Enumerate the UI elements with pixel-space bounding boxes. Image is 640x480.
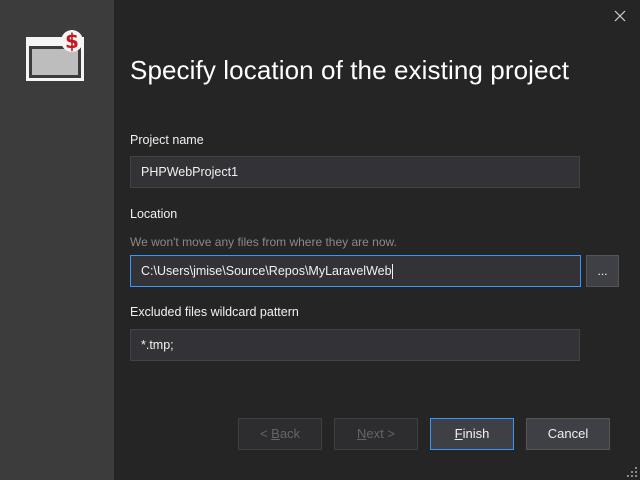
back-accel: B	[271, 426, 280, 441]
page-title: Specify location of the existing project	[130, 55, 570, 85]
excluded-pattern-label: Excluded files wildcard pattern	[130, 305, 299, 319]
finish-accel: F	[454, 426, 463, 441]
finish-rest: inish	[462, 426, 490, 441]
dialog-window: $ Specify location of the existing proje…	[0, 0, 640, 480]
back-button[interactable]: < Back	[238, 418, 322, 450]
project-name-input[interactable]: PHPWebProject1	[130, 156, 580, 188]
text-caret	[391, 264, 393, 280]
svg-text:$: $	[65, 30, 79, 53]
left-pane: $	[0, 0, 114, 480]
project-name-label: Project name	[130, 133, 204, 147]
next-button[interactable]: Next >	[334, 418, 418, 450]
next-accel: N	[357, 426, 367, 441]
back-rest: ack	[279, 426, 301, 441]
close-button[interactable]	[608, 4, 632, 28]
back-prefix: <	[259, 426, 272, 441]
resize-grip-icon[interactable]	[626, 466, 638, 478]
cancel-button[interactable]: Cancel	[526, 418, 610, 450]
close-icon	[614, 10, 626, 22]
location-input[interactable]: C:\Users\jmise\Source\Repos\MyLaravelWeb	[130, 255, 581, 287]
php-project-icon: $	[26, 30, 84, 81]
location-label: Location	[130, 207, 178, 221]
location-hint: We won't move any files from where they …	[130, 235, 397, 249]
finish-button[interactable]: Finish	[430, 418, 514, 450]
browse-button[interactable]: ...	[586, 255, 619, 287]
next-rest: ext >	[366, 426, 395, 441]
location-value: C:\Users\jmise\Source\Repos\MyLaravelWeb	[141, 264, 392, 278]
excluded-pattern-input[interactable]: *.tmp;	[130, 329, 580, 361]
